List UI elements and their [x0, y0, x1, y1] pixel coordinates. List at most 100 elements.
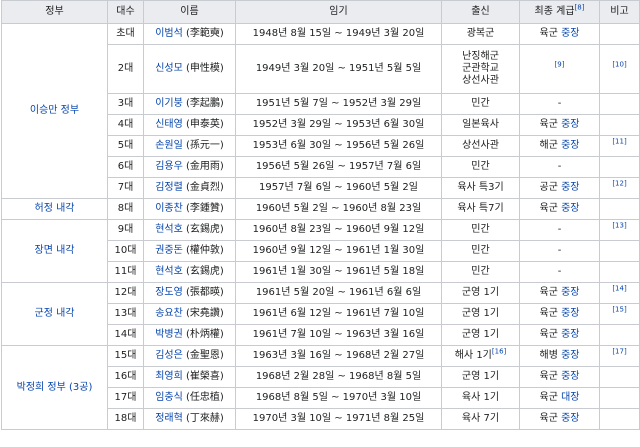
gov-link[interactable]: 장면 내각	[35, 245, 75, 256]
gov-link[interactable]: 허정 내각	[35, 203, 75, 214]
branch-text: 육군	[539, 308, 558, 319]
name-link[interactable]: 이종찬	[155, 203, 183, 214]
header-rank[interactable]: 최종 계급[8]	[519, 0, 600, 24]
name-cell: 권중돈 (權仲敦)	[143, 240, 236, 262]
order-cell: 12대	[107, 282, 144, 304]
note-ref[interactable]: [12]	[612, 180, 626, 188]
name-cell: 김용우 (金用雨)	[143, 156, 236, 178]
header-order[interactable]: 대수	[107, 0, 144, 24]
term-cell: 1968년 8월 5일 ~ 1970년 3월 10일	[235, 387, 442, 409]
note-cell	[599, 366, 640, 388]
gov-cell: 군정 내각	[1, 282, 108, 346]
rank-link[interactable]: 중장	[561, 182, 579, 193]
name-link[interactable]: 송요찬	[155, 308, 183, 319]
name-link[interactable]: 현석호	[155, 224, 183, 235]
name-link[interactable]: 김성은	[155, 350, 183, 361]
term-cell: 1953년 6월 30일 ~ 1956년 5월 26일	[235, 135, 442, 157]
name-link[interactable]: 신성모	[155, 63, 183, 74]
order-cell: 15대	[107, 345, 144, 367]
header-rank-ref[interactable]: [8]	[575, 4, 585, 12]
gov-link[interactable]: 박정희 정부 (3공)	[17, 382, 93, 393]
order-cell: 2대	[107, 44, 144, 94]
rank-cell: -	[519, 240, 600, 262]
note-ref[interactable]: [10]	[612, 61, 626, 69]
note-cell: [13]	[599, 219, 640, 241]
origin-cell: 상선사관	[441, 135, 520, 157]
name-link[interactable]: 권중돈	[155, 245, 183, 256]
note-cell	[599, 324, 640, 346]
header-origin[interactable]: 출신	[441, 0, 520, 24]
note-ref[interactable]: [11]	[612, 138, 626, 146]
name-link[interactable]: 정래혁	[155, 413, 183, 424]
rank-link[interactable]: 중장	[561, 329, 579, 340]
rank-link[interactable]: 중장	[561, 140, 579, 151]
header-gov[interactable]: 정부	[1, 0, 108, 24]
term-cell: 1956년 5월 26일 ~ 1957년 7월 6일	[235, 156, 442, 178]
gov-link[interactable]: 군정 내각	[35, 308, 75, 319]
name-cell: 박병권 (朴炳權)	[143, 324, 236, 346]
note-cell: [11]	[599, 135, 640, 157]
hanja-text: (丁來赫)	[185, 413, 224, 424]
hanja-text: (金聖恩)	[185, 350, 224, 361]
note-cell	[599, 387, 640, 409]
gov-cell: 허정 내각	[1, 198, 108, 220]
header-name[interactable]: 이름	[143, 0, 236, 24]
rank-cell: 육군 중장	[519, 408, 600, 430]
note-ref[interactable]: [14]	[612, 285, 626, 293]
rank-cell: [9]	[519, 44, 600, 94]
name-link[interactable]: 현석호	[155, 266, 183, 277]
note-ref[interactable]: [15]	[612, 306, 626, 314]
branch-text: 해병	[539, 350, 558, 361]
hanja-text: (崔榮喜)	[185, 371, 224, 382]
origin-ref[interactable]: [16]	[492, 348, 506, 356]
name-cell: 신성모 (申性模)	[143, 44, 236, 94]
note-cell: [15]	[599, 303, 640, 325]
rank-cell: 해병 중장	[519, 345, 600, 367]
name-cell: 이범석 (李範奭)	[143, 23, 236, 45]
name-link[interactable]: 신태영	[155, 119, 183, 130]
rank-link[interactable]: 중장	[561, 203, 579, 214]
hanja-text: (金用雨)	[185, 161, 224, 172]
name-link[interactable]: 김정렬	[155, 182, 183, 193]
rank-cell: 공군 중장	[519, 177, 600, 199]
rank-link[interactable]: 중장	[561, 119, 579, 130]
term-cell: 1963년 3월 16일 ~ 1968년 2월 27일	[235, 345, 442, 367]
name-cell: 신태영 (申泰英)	[143, 114, 236, 136]
gov-cell: 장면 내각	[1, 219, 108, 283]
hanja-text: (李起鵬)	[185, 98, 224, 109]
name-link[interactable]: 김용우	[155, 161, 183, 172]
rank-link[interactable]: 중장	[561, 371, 579, 382]
term-cell: 1961년 7월 10일 ~ 1963년 3월 16일	[235, 324, 442, 346]
name-link[interactable]: 이범석	[155, 28, 183, 39]
name-link[interactable]: 손원일	[155, 140, 183, 151]
rank-link[interactable]: 중장	[561, 308, 579, 319]
name-link[interactable]: 최영희	[155, 371, 183, 382]
rank-link[interactable]: 중장	[561, 287, 579, 298]
order-cell: 7대	[107, 177, 144, 199]
order-cell: 14대	[107, 324, 144, 346]
note-ref[interactable]: [13]	[612, 222, 626, 230]
gov-link[interactable]: 이승만 정부	[30, 105, 79, 116]
note-ref[interactable]: [17]	[612, 348, 626, 356]
header-note[interactable]: 비고	[599, 0, 640, 24]
name-link[interactable]: 임충식	[155, 392, 183, 403]
rank-link[interactable]: 중장	[561, 350, 579, 361]
rank-link[interactable]: 중장	[561, 28, 579, 39]
branch-text: 육군	[539, 392, 558, 403]
rank-cell: 육군 중장	[519, 198, 600, 220]
term-cell: 1957년 7월 6일 ~ 1960년 5월 2일	[235, 177, 442, 199]
name-cell: 장도영 (張都暎)	[143, 282, 236, 304]
name-link[interactable]: 이기붕	[155, 98, 183, 109]
rank-link[interactable]: 대장	[561, 392, 579, 403]
rank-ref[interactable]: [9]	[555, 61, 565, 69]
hanja-text: (孫元一)	[185, 140, 224, 151]
rank-cell: 육군 중장	[519, 23, 600, 45]
term-cell: 1960년 5월 2일 ~ 1960년 8월 23일	[235, 198, 442, 220]
origin-cell: 민간	[441, 261, 520, 283]
name-link[interactable]: 장도영	[155, 287, 183, 298]
rank-link[interactable]: 중장	[561, 413, 579, 424]
origin-text: 해사 1기	[454, 350, 492, 361]
header-term[interactable]: 임기	[235, 0, 442, 24]
name-link[interactable]: 박병권	[155, 329, 183, 340]
order-cell: 13대	[107, 303, 144, 325]
